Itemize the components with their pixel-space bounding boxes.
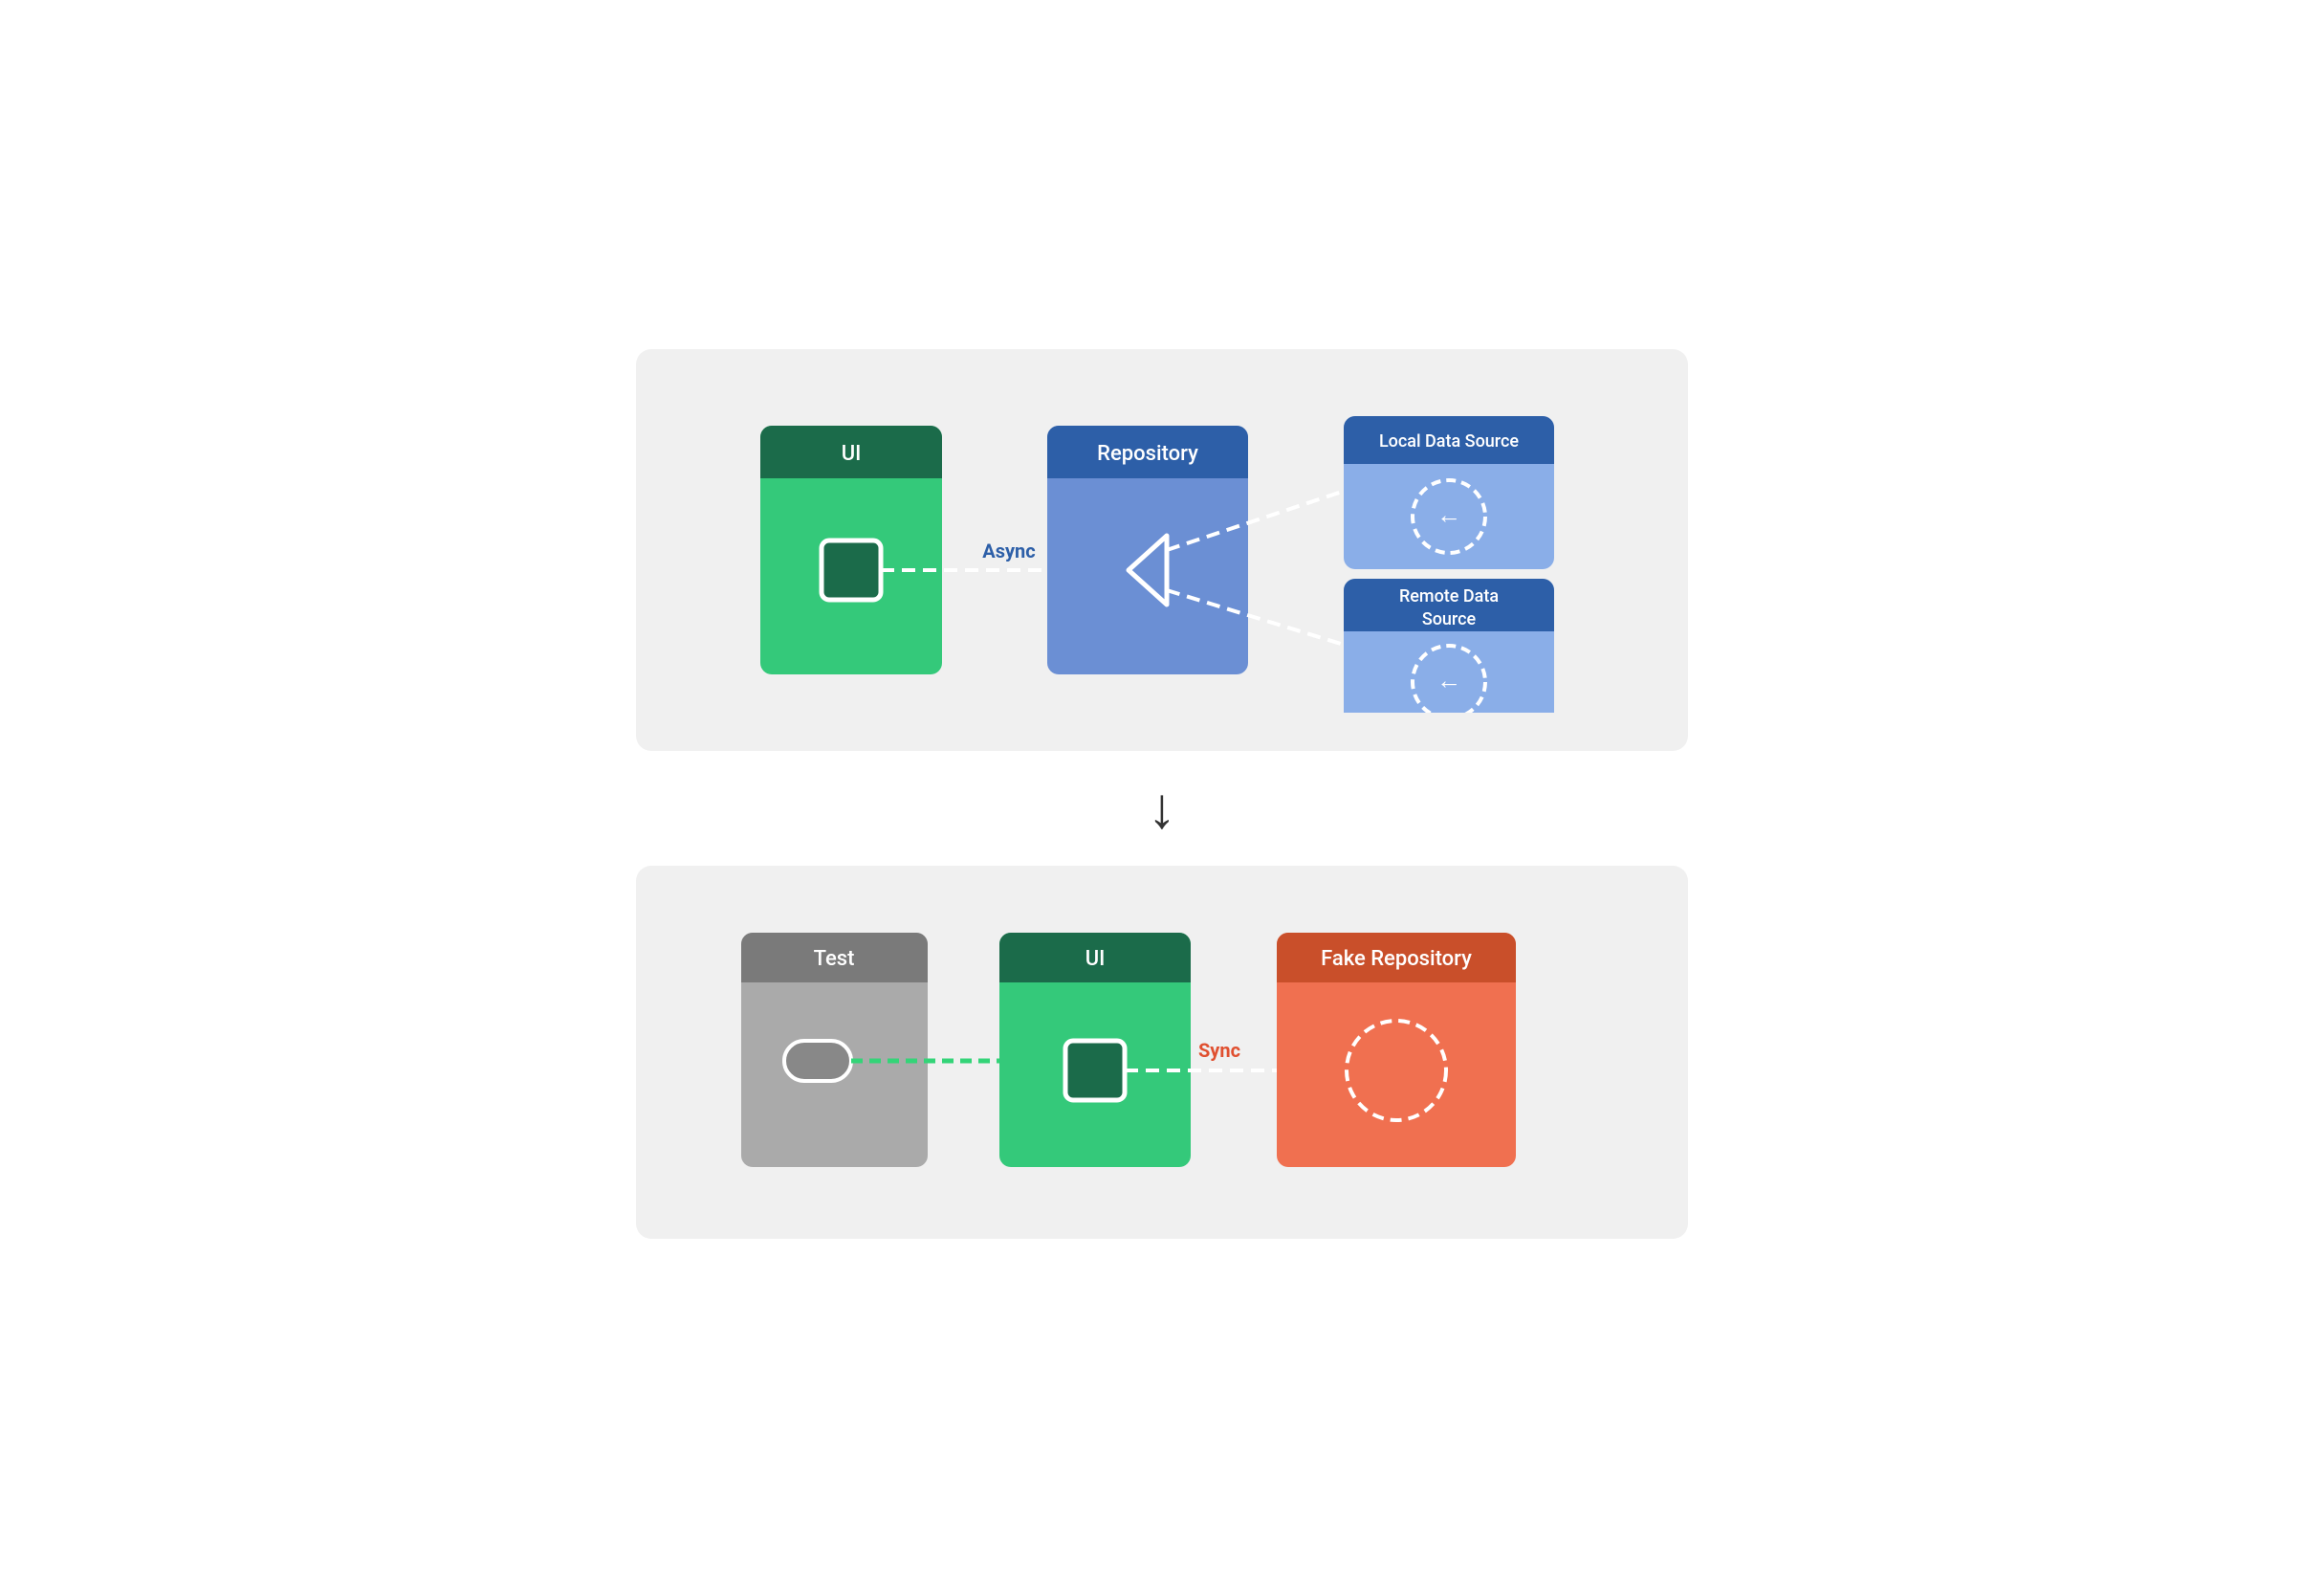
- diagram-container: UI Async Repository: [636, 349, 1688, 1239]
- remote-datasource-label-line1: Remote Data: [1399, 586, 1499, 606]
- svg-text:←: ←: [1436, 667, 1461, 695]
- bottom-diagram: Test UI Sync ← Fake Repository: [636, 866, 1688, 1239]
- repo-label-top: Repository: [1097, 442, 1198, 466]
- top-diagram: UI Async Repository: [636, 349, 1688, 751]
- down-arrow: ↓: [1148, 780, 1176, 837]
- sync-label: Sync: [1198, 1039, 1240, 1062]
- svg-text:←: ←: [1436, 501, 1461, 530]
- top-diagram-svg: UI Async Repository: [732, 387, 1592, 713]
- fake-repo-label: Fake Repository: [1321, 947, 1472, 971]
- ui-label-top: UI: [842, 442, 862, 466]
- async-label: Async: [982, 540, 1035, 562]
- local-datasource-label: Local Data Source: [1379, 431, 1519, 452]
- remote-datasource-label-line2: Source: [1422, 609, 1477, 629]
- test-label: Test: [814, 947, 855, 971]
- bottom-diagram-svg: Test UI Sync ← Fake Repository: [732, 904, 1592, 1201]
- ui-label-bottom: UI: [1085, 947, 1106, 971]
